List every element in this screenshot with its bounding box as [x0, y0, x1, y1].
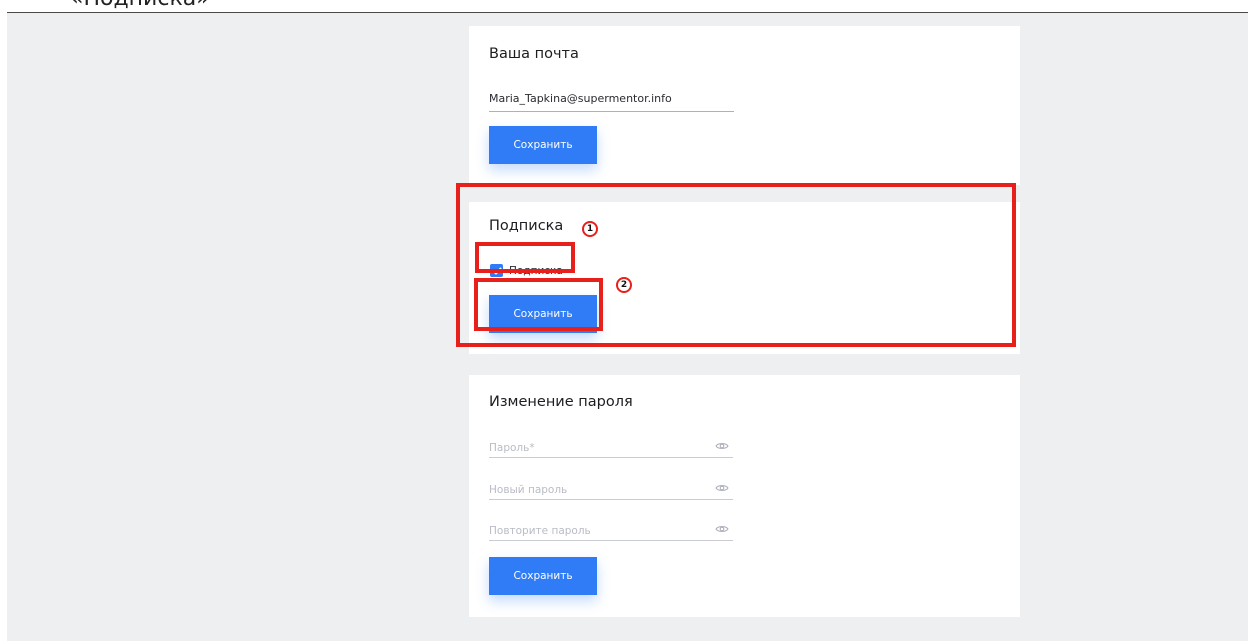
eye-icon[interactable] [715, 522, 729, 536]
email-card: Ваша почта Maria_Tapkina@supermentor.inf… [469, 26, 1020, 185]
current-password-placeholder: Пароль* [489, 442, 535, 454]
current-password-field[interactable]: Пароль* [489, 441, 733, 458]
checkbox-highlight-box [475, 242, 575, 273]
repeat-password-field[interactable]: Повторите пароль [489, 524, 733, 541]
step-marker-2: 2 [616, 277, 632, 293]
eye-icon[interactable] [715, 439, 729, 453]
eye-icon[interactable] [715, 481, 729, 495]
email-field[interactable]: Maria_Tapkina@supermentor.info [489, 92, 734, 112]
step-marker-1: 1 [582, 221, 598, 237]
settings-page: Ваша почта Maria_Tapkina@supermentor.inf… [7, 13, 1248, 641]
password-card: Изменение пароля Пароль* Новый пароль По… [469, 375, 1020, 617]
document-caption: «Подписка» [70, 0, 210, 11]
new-password-placeholder: Новый пароль [489, 484, 568, 496]
password-section-title: Изменение пароля [489, 394, 633, 410]
save-password-button[interactable]: Сохранить [489, 557, 597, 595]
repeat-password-placeholder: Повторите пароль [489, 525, 591, 537]
save-email-button[interactable]: Сохранить [489, 126, 597, 164]
email-section-title: Ваша почта [489, 46, 579, 62]
new-password-field[interactable]: Новый пароль [489, 483, 733, 500]
save-button-highlight-box [474, 278, 603, 331]
